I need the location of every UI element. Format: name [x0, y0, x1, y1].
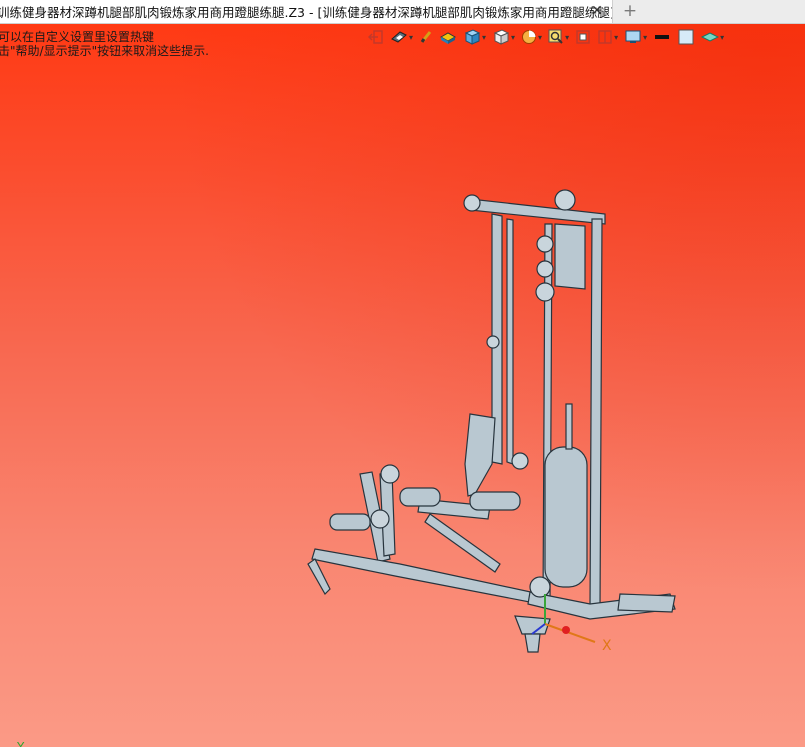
color-lightblue-icon[interactable]	[677, 29, 695, 45]
shade-icon[interactable]	[439, 29, 457, 45]
pen-icon[interactable]	[419, 29, 433, 45]
hint-line-2: 击"帮助/显示提示"按钮来取消这些提示.	[0, 44, 209, 58]
exit-icon[interactable]	[368, 29, 384, 45]
color-black-icon[interactable]	[653, 29, 671, 45]
3d-viewport[interactable]: 可以在自定义设置里设置热键 击"帮助/显示提示"按钮来取消这些提示. X Y	[0, 24, 805, 747]
cube-white-icon[interactable]: ▾	[492, 29, 515, 45]
layer-icon[interactable]: ▾	[701, 29, 724, 45]
view-render-icon[interactable]: ▾	[390, 29, 413, 45]
zoom-icon[interactable]: ▾	[548, 29, 569, 45]
tab-bar: 训练健身器材深蹲机腿部肌肉锻炼家用商用蹬腿练腿.Z3 - [训练健身器材深蹲机腿…	[0, 0, 805, 24]
y-axis-label: Y	[16, 740, 25, 747]
tab-title: 训练健身器材深蹲机腿部肌肉锻炼家用商用蹬腿练腿.Z3 - [训练健身器材深蹲机腿…	[0, 5, 613, 20]
axis-indicator: Y	[16, 740, 25, 747]
close-tab-icon[interactable]: ✕	[588, 2, 606, 20]
document-tab[interactable]: 训练健身器材深蹲机腿部肌肉锻炼家用商用蹬腿练腿.Z3 - [训练健身器材深蹲机腿…	[0, 0, 613, 23]
cube-blue-icon[interactable]: ▾	[463, 29, 486, 45]
pie-icon[interactable]: ▾	[521, 29, 542, 45]
x-axis-label: X	[602, 638, 612, 654]
display-icon[interactable]: ▾	[624, 29, 647, 45]
view-toolbar: ▾ ▾ ▾ ▾ ▾ ▾ ▾ ▾	[368, 27, 730, 47]
section-icon[interactable]: ▾	[597, 29, 618, 45]
fit-icon[interactable]	[575, 29, 591, 45]
gym-machine-model[interactable]: X	[300, 164, 690, 664]
new-tab-button[interactable]: +	[621, 1, 639, 21]
